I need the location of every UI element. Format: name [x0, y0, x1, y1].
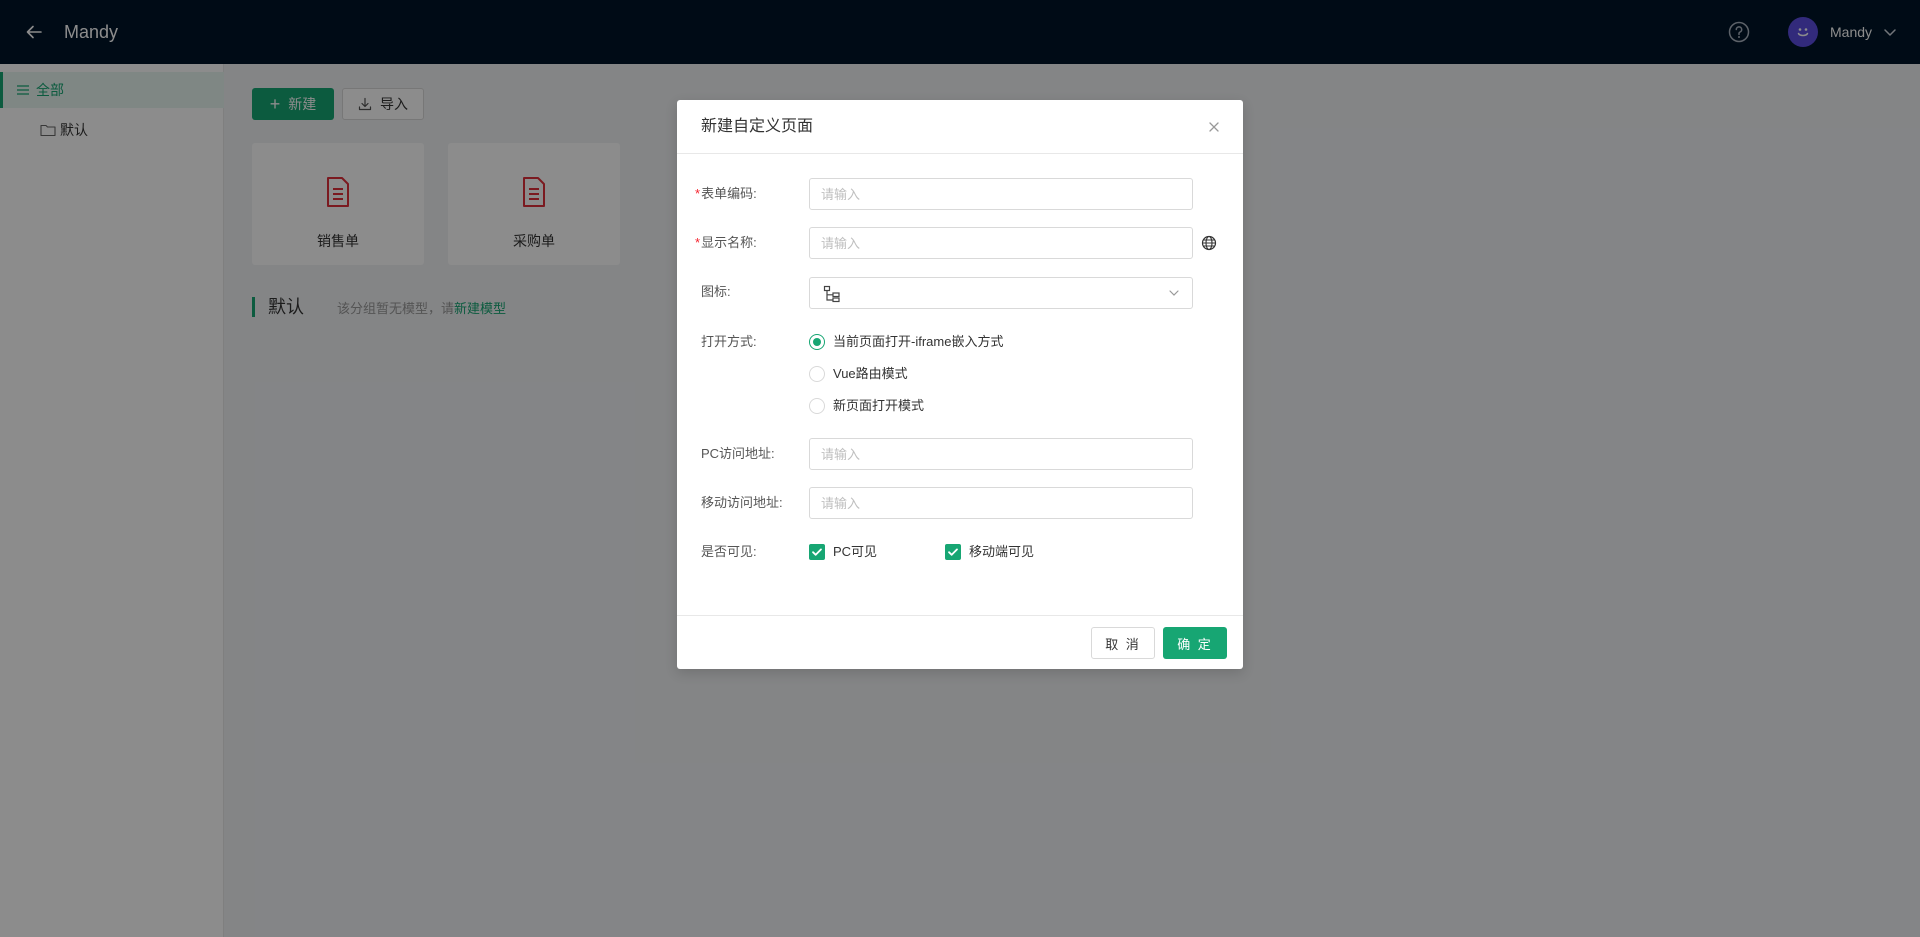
checkbox-label: PC可见 [833, 544, 878, 559]
radio-button[interactable] [809, 366, 825, 382]
checkbox-label: 移动端可见 [969, 544, 1035, 559]
display-name-label-text: 显示名称: [701, 235, 757, 250]
dialog-title: 新建自定义页面 [701, 118, 814, 135]
mobile-url-label: 移动访问地址: [701, 495, 783, 510]
confirm-button[interactable]: 确 定 [1163, 627, 1227, 659]
form-code-input[interactable] [809, 178, 1193, 210]
icon-select[interactable] [809, 277, 1193, 309]
create-custom-page-dialog: 新建自定义页面 *表单编码: *显示名称: 图标: 打开方式: 当前页面打开-i… [677, 100, 1243, 669]
open-mode-option-new-page[interactable]: 新页面打开模式 [809, 397, 924, 415]
chevron-down-icon [1169, 290, 1179, 296]
display-name-label: *显示名称: [695, 234, 801, 252]
icon-label: 图标: [701, 284, 731, 299]
radio-label: Vue路由模式 [833, 366, 908, 381]
radio-label: 新页面打开模式 [833, 398, 925, 413]
pc-url-label: PC访问地址: [701, 446, 775, 461]
pc-visible-checkbox[interactable]: PC可见 [809, 543, 877, 561]
dialog-footer: 取 消 确 定 [677, 615, 1243, 669]
dialog-header: 新建自定义页面 [677, 100, 1243, 154]
radio-button[interactable] [809, 334, 825, 350]
required-mark: * [695, 235, 701, 250]
open-mode-option-iframe[interactable]: 当前页面打开-iframe嵌入方式 [809, 333, 1003, 351]
mobile-url-input[interactable] [809, 487, 1193, 519]
checkbox-checked-icon[interactable] [809, 544, 825, 560]
close-icon[interactable] [1207, 120, 1221, 134]
cancel-button[interactable]: 取 消 [1091, 627, 1155, 659]
radio-button[interactable] [809, 398, 825, 414]
org-tree-icon [823, 285, 840, 303]
visible-label: 是否可见: [701, 544, 757, 559]
pc-url-input[interactable] [809, 438, 1193, 470]
required-mark: * [695, 186, 701, 201]
display-name-input[interactable] [809, 227, 1193, 259]
radio-label: 当前页面打开-iframe嵌入方式 [833, 334, 1004, 349]
mobile-visible-checkbox[interactable]: 移动端可见 [945, 543, 1034, 561]
checkbox-checked-icon[interactable] [945, 544, 961, 560]
form-code-label: *表单编码: [695, 185, 801, 203]
open-mode-option-vue-router[interactable]: Vue路由模式 [809, 365, 908, 383]
globe-icon[interactable] [1201, 235, 1217, 251]
open-mode-label: 打开方式: [701, 334, 757, 349]
form-code-label-text: 表单编码: [701, 186, 757, 201]
